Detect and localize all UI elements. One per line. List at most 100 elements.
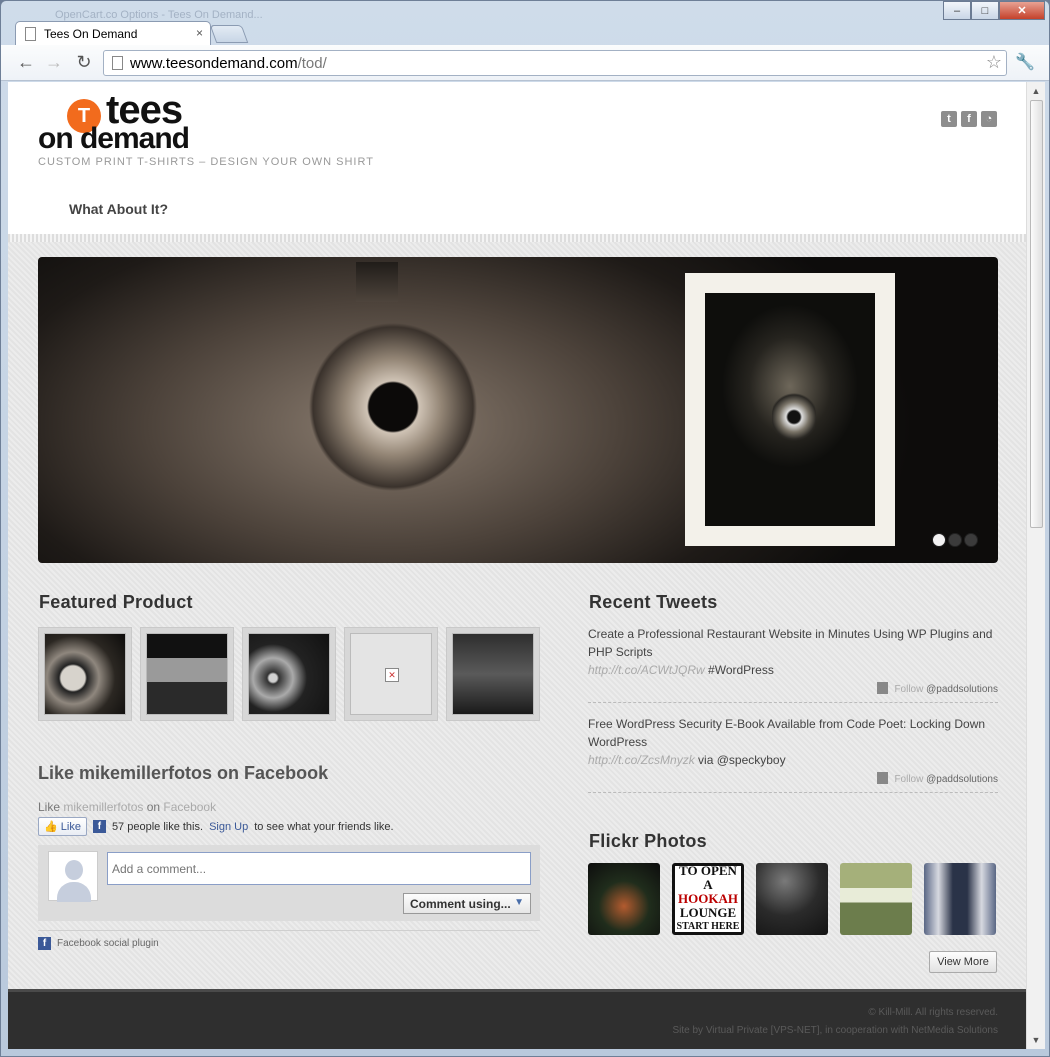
- sign-line: START HERE: [676, 921, 740, 932]
- like-prefix: Like: [38, 800, 64, 814]
- sign-line: HOOKAH: [678, 891, 738, 906]
- broken-image-icon: ✕: [385, 668, 399, 682]
- facebook-comment-box: Comment using... ▼: [38, 845, 540, 921]
- maximize-button[interactable]: □: [971, 1, 999, 20]
- close-window-button[interactable]: ✕: [999, 1, 1045, 20]
- vertical-scrollbar[interactable]: ▲ ▼: [1026, 82, 1045, 1049]
- tab-bar: OpenCart.co Options - Tees On Demand... …: [1, 1, 1049, 45]
- header-divider: [8, 234, 1026, 242]
- logo-word-on-demand[interactable]: on demand: [38, 122, 190, 156]
- product-thumb[interactable]: [38, 627, 132, 721]
- avatar: [48, 851, 98, 902]
- scroll-down-arrow-icon[interactable]: ▼: [1031, 1035, 1041, 1045]
- product-thumb[interactable]: ✕: [344, 627, 438, 721]
- twitter-bird-icon: [877, 682, 889, 694]
- featured-product-heading: Featured Product: [39, 592, 193, 612]
- tweet-text: Create a Professional Restaurant Website…: [588, 627, 993, 659]
- tweet-divider: [588, 792, 998, 793]
- footer-credits[interactable]: Site by Virtual Private [VPS-NET], in co…: [8, 1022, 998, 1040]
- page-link[interactable]: mikemillerfotos: [63, 800, 143, 814]
- view-more-button[interactable]: View More: [929, 951, 997, 973]
- back-arrow-icon[interactable]: ←: [16, 53, 36, 73]
- like-on: on: [143, 800, 164, 814]
- site-tagline: CUSTOM PRINT T-SHIRTS – DESIGN YOUR OWN …: [38, 156, 374, 168]
- tab-tees-on-demand[interactable]: Tees On Demand ×: [15, 21, 211, 45]
- tweet-item: Free WordPress Security E-Book Available…: [588, 715, 998, 785]
- social-links: t f ◔: [941, 111, 997, 127]
- flickr-photo[interactable]: [588, 863, 660, 935]
- tweet-text: Free WordPress Security E-Book Available…: [588, 717, 986, 749]
- page-viewport: T tees on demand CUSTOM PRINT T-SHIRTS –…: [8, 82, 1026, 1049]
- browser-toolbar: ← → ↻ www.teesondemand.com/tod/ ☆ 🔧: [1, 45, 1049, 81]
- main-content: Featured Product ✕ Like mikemillerfotos …: [8, 242, 1026, 992]
- page-icon: [112, 56, 123, 70]
- plugin-label[interactable]: Facebook social plugin: [57, 938, 159, 949]
- slider-pagination: [932, 533, 978, 547]
- slide-poster: [685, 273, 895, 546]
- tweet-follow: Follow @paddsolutions: [877, 681, 998, 699]
- product-image: [248, 633, 330, 715]
- twitter-bird-icon: [877, 772, 889, 784]
- follow-handle[interactable]: @paddsolutions: [926, 774, 998, 785]
- signup-link[interactable]: Sign Up: [209, 821, 248, 833]
- comment-using-dropdown[interactable]: Comment using... ▼: [403, 893, 531, 914]
- slider-dot-3[interactable]: [964, 533, 978, 547]
- scrollbar-thumb[interactable]: [1030, 100, 1043, 528]
- nav-what-about-it[interactable]: What About It?: [69, 201, 168, 217]
- follow-link[interactable]: Follow: [894, 684, 923, 695]
- flickr-photo[interactable]: [840, 863, 912, 935]
- reload-icon[interactable]: ↻: [74, 53, 94, 73]
- signup-suffix: to see what your friends like.: [254, 820, 394, 833]
- wrench-menu-icon[interactable]: 🔧: [1015, 52, 1035, 72]
- facebook-icon[interactable]: f: [961, 111, 977, 127]
- tweet-item: Create a Professional Restaurant Website…: [588, 625, 998, 695]
- product-thumb[interactable]: [242, 627, 336, 721]
- site-footer: © Kill-Mill. All rights reserved. Site b…: [8, 989, 1026, 1049]
- tab-close-icon[interactable]: ×: [196, 26, 203, 40]
- twitter-icon[interactable]: t: [941, 111, 957, 127]
- comment-input[interactable]: [107, 852, 531, 885]
- forward-arrow-icon[interactable]: →: [44, 53, 64, 73]
- tweet-link[interactable]: http://t.co/ZcsMnyzk: [588, 753, 695, 767]
- address-bar[interactable]: www.teesondemand.com/tod/ ☆: [103, 50, 1007, 76]
- facebook-like-heading: Like mikemillerfotos on Facebook: [38, 763, 329, 783]
- tweet-suffix: via @speckyboy: [694, 753, 786, 767]
- new-tab-button[interactable]: [209, 25, 249, 43]
- site-header: T tees on demand CUSTOM PRINT T-SHIRTS –…: [8, 82, 1026, 234]
- tab-title: Tees On Demand: [44, 27, 138, 41]
- product-thumb[interactable]: [446, 627, 540, 721]
- facebook-like-row: 👍 Like f 57 people like this. Sign Up to…: [38, 817, 394, 836]
- tweet-divider: [588, 702, 998, 703]
- sign-line: LOUNGE: [679, 905, 737, 920]
- hero-slider[interactable]: [38, 257, 998, 563]
- slider-dot-2[interactable]: [948, 533, 962, 547]
- flickr-photos-grid: TO OPEN A HOOKAH LOUNGE START HERE: [588, 863, 996, 935]
- facebook-like-button[interactable]: 👍 Like: [38, 817, 87, 836]
- flickr-photo[interactable]: TO OPEN A HOOKAH LOUNGE START HERE: [672, 863, 744, 935]
- flickr-photo[interactable]: [756, 863, 828, 935]
- rss-icon[interactable]: ◔: [981, 111, 997, 127]
- follow-link[interactable]: Follow: [894, 774, 923, 785]
- product-thumb[interactable]: [140, 627, 234, 721]
- minimize-button[interactable]: –: [943, 1, 971, 20]
- comment-using-label: Comment using...: [410, 897, 511, 911]
- chevron-down-icon: ▼: [514, 897, 524, 908]
- tweet-suffix: #WordPress: [704, 663, 774, 677]
- footer-copyright: © Kill-Mill. All rights reserved.: [868, 1007, 998, 1018]
- flickr-photo[interactable]: [924, 863, 996, 935]
- tweet-follow: Follow @paddsolutions: [877, 771, 998, 789]
- slide-image-gun-barrel: [308, 287, 478, 537]
- follow-handle[interactable]: @paddsolutions: [926, 684, 998, 695]
- tweet-link[interactable]: http://t.co/ACWtJQRw: [588, 663, 705, 677]
- like-count: 57 people like this.: [111, 820, 204, 833]
- featured-product-thumbs: ✕: [38, 627, 540, 721]
- bookmark-star-icon[interactable]: ☆: [986, 52, 1002, 73]
- slider-dot-1[interactable]: [932, 533, 946, 547]
- flickr-photos-heading: Flickr Photos: [589, 831, 707, 851]
- product-image: [44, 633, 126, 715]
- facebook-link[interactable]: Facebook: [163, 800, 216, 814]
- poster-image: [705, 293, 875, 526]
- product-image: [146, 633, 228, 715]
- url-host: www.teesondemand.com: [130, 55, 298, 72]
- scroll-up-arrow-icon[interactable]: ▲: [1031, 86, 1041, 96]
